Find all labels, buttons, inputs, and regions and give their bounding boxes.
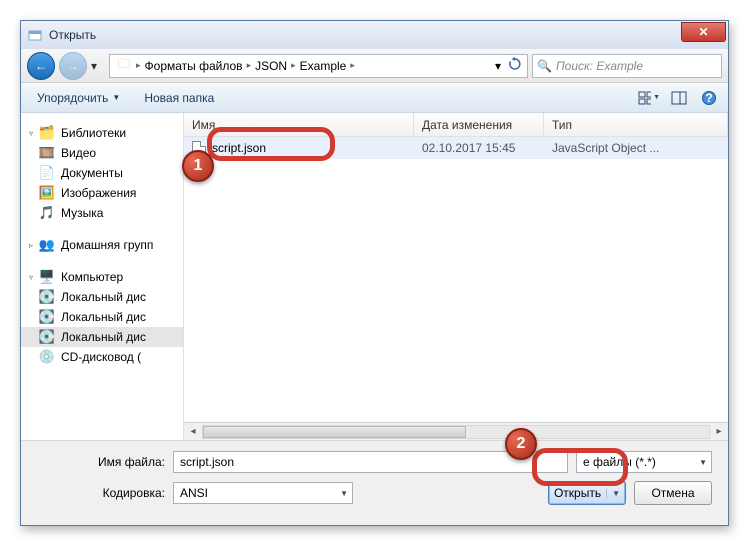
chevron-down-icon: ▼ — [112, 93, 120, 102]
arrow-left-icon: ← — [35, 59, 47, 73]
window-icon — [27, 27, 43, 43]
annotation-badge-2: 2 — [505, 428, 537, 460]
sidebar-group-libraries[interactable]: ▿ 🗂️ Библиотеки — [21, 123, 183, 143]
drive-icon: 💽 — [39, 289, 55, 305]
sidebar-item-video[interactable]: 🎞️Видео — [21, 143, 183, 163]
file-type-cell: JavaScript Object ... — [544, 141, 728, 155]
chevron-down-icon: ▼ — [334, 489, 348, 498]
svg-text:?: ? — [705, 91, 712, 105]
toolbar: Упорядочить ▼ Новая папка ▼ ? — [21, 83, 728, 113]
scrollbar-track[interactable] — [202, 425, 710, 439]
expand-icon: ▿ — [29, 129, 33, 138]
encoding-select[interactable]: ANSI ▼ — [173, 482, 353, 504]
file-list-pane: Имя Дата изменения Тип script.json 02.10… — [184, 113, 728, 440]
documents-icon: 📄 — [39, 165, 55, 181]
refresh-button[interactable] — [505, 57, 525, 74]
organize-menu[interactable]: Упорядочить ▼ — [29, 88, 128, 108]
address-bar[interactable]: 🗀 ▸ Форматы файлов ▸ JSON ▸ Example ▸ ▾ — [109, 54, 528, 78]
homegroup-icon: 👥 — [39, 237, 55, 253]
video-icon: 🎞️ — [39, 145, 55, 161]
arrow-right-icon: → — [67, 59, 79, 73]
window-title: Открыть — [49, 28, 96, 42]
search-input[interactable]: 🔍 Поиск: Example — [532, 54, 722, 78]
scroll-left-icon[interactable]: ◂ — [184, 426, 202, 437]
annotation-badge-1: 1 — [182, 150, 214, 182]
encoding-label: Кодировка: — [37, 486, 173, 500]
sidebar-item-pictures[interactable]: 🖼️Изображения — [21, 183, 183, 203]
computer-icon: 🖥️ — [39, 269, 55, 285]
search-placeholder: Поиск: Example — [556, 59, 643, 73]
search-icon: 🔍 — [537, 59, 552, 73]
help-button[interactable]: ? — [698, 87, 720, 109]
new-folder-button[interactable]: Новая папка — [136, 88, 222, 108]
preview-pane-button[interactable] — [668, 87, 690, 109]
annotation-callout-1 — [207, 127, 335, 161]
sidebar-group-homegroup[interactable]: ▹ 👥 Домашняя групп — [21, 235, 183, 255]
sidebar-item-music[interactable]: 🎵Музыка — [21, 203, 183, 223]
sidebar-item-localdisk[interactable]: 💽Локальный дис — [21, 307, 183, 327]
sidebar-item-localdisk[interactable]: 💽Локальный дис — [21, 287, 183, 307]
sidebar-item-localdisk[interactable]: 💽Локальный дис — [21, 327, 183, 347]
navigation-sidebar: ▿ 🗂️ Библиотеки 🎞️Видео 📄Документы 🖼️Изо… — [21, 113, 184, 440]
path-root-icon[interactable]: 🗀 — [112, 58, 136, 74]
expand-icon: ▿ — [29, 273, 33, 282]
split-button-dropdown-icon[interactable]: ▼ — [606, 489, 620, 498]
filename-label: Имя файла: — [37, 455, 173, 469]
view-options-button[interactable]: ▼ — [638, 87, 660, 109]
annotation-callout-2 — [532, 448, 628, 486]
libraries-icon: 🗂️ — [39, 125, 55, 141]
chevron-right-icon[interactable]: ▸ — [350, 60, 355, 71]
file-date-cell: 02.10.2017 15:45 — [414, 141, 544, 155]
column-header-date[interactable]: Дата изменения — [414, 113, 544, 136]
nav-history-dropdown[interactable]: ▾ — [91, 59, 105, 73]
drive-icon: 💽 — [39, 309, 55, 325]
sidebar-item-documents[interactable]: 📄Документы — [21, 163, 183, 183]
path-segment[interactable]: Example — [296, 59, 351, 73]
cd-icon: 💿 — [39, 349, 55, 365]
forward-button[interactable]: → — [59, 52, 87, 80]
navigation-bar: ← → ▾ 🗀 ▸ Форматы файлов ▸ JSON ▸ Exampl… — [21, 49, 728, 83]
column-header-type[interactable]: Тип — [544, 113, 728, 136]
scrollbar-thumb[interactable] — [203, 426, 466, 438]
sidebar-group-computer[interactable]: ▿ 🖥️ Компьютер — [21, 267, 183, 287]
horizontal-scrollbar[interactable]: ◂ ▸ — [184, 422, 728, 440]
close-button[interactable]: ✕ — [681, 22, 726, 42]
dialog-body: ▿ 🗂️ Библиотеки 🎞️Видео 📄Документы 🖼️Изо… — [21, 113, 728, 440]
chevron-down-icon: ▼ — [653, 94, 660, 101]
pictures-icon: 🖼️ — [39, 185, 55, 201]
chevron-down-icon: ▼ — [693, 458, 707, 467]
drive-icon: 💽 — [39, 329, 55, 345]
path-dropdown[interactable]: ▾ — [491, 59, 505, 73]
scroll-right-icon[interactable]: ▸ — [710, 426, 728, 437]
titlebar[interactable]: Открыть ✕ — [21, 21, 728, 49]
cancel-button[interactable]: Отмена — [634, 481, 712, 505]
path-segment[interactable]: JSON — [251, 59, 291, 73]
expand-icon: ▹ — [29, 241, 33, 250]
music-icon: 🎵 — [39, 205, 55, 221]
close-icon: ✕ — [698, 25, 708, 39]
back-button[interactable]: ← — [27, 52, 55, 80]
sidebar-item-cddrive[interactable]: 💿CD-дисковод ( — [21, 347, 183, 367]
path-segment[interactable]: Форматы файлов — [141, 59, 247, 73]
